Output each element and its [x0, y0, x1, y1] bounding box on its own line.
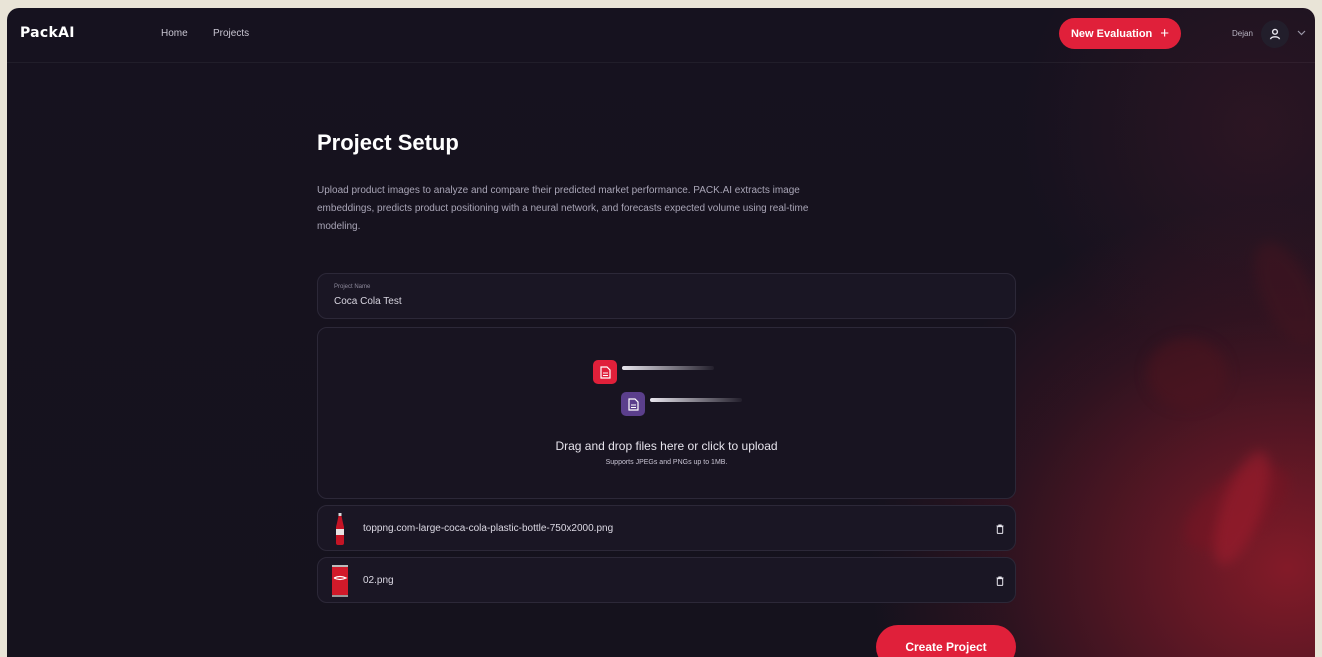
- upload-instructions: Drag and drop files here or click to upl…: [555, 439, 778, 453]
- file-upload-dropzone[interactable]: Drag and drop files here or click to upl…: [317, 327, 1016, 499]
- delete-file-button[interactable]: [993, 573, 1007, 589]
- chevron-down-icon[interactable]: [1295, 27, 1307, 39]
- project-name-field[interactable]: Project Name: [317, 273, 1016, 319]
- trash-icon: [996, 524, 1004, 534]
- user-name[interactable]: Dejan: [1232, 29, 1253, 38]
- nav-link-projects[interactable]: Projects: [213, 28, 249, 39]
- page-description: Upload product images to analyze and com…: [317, 185, 809, 232]
- placeholder-line: [622, 366, 714, 370]
- document-icon: [621, 392, 645, 416]
- decorative-blur: [1241, 232, 1315, 354]
- trash-icon: [996, 576, 1004, 586]
- file-name: 02.png: [363, 575, 394, 586]
- create-project-button[interactable]: Create Project: [876, 625, 1016, 657]
- placeholder-line: [650, 398, 742, 402]
- file-name: toppng.com-large-coca-cola-plastic-bottl…: [363, 523, 614, 534]
- delete-file-button[interactable]: [993, 521, 1007, 537]
- project-name-input[interactable]: [334, 296, 934, 307]
- app-logo[interactable]: PackAI: [20, 25, 75, 41]
- uploaded-file-row: 02.png: [317, 557, 1016, 603]
- user-icon: [1269, 28, 1281, 40]
- document-icon: [593, 360, 617, 384]
- app-window: PackAI Home Projects New Evaluation + De…: [7, 8, 1315, 657]
- coca-cola-can-thumbnail-icon: [330, 564, 350, 598]
- decorative-blur: [1147, 338, 1227, 408]
- coca-cola-bottle-thumbnail-icon: [330, 512, 350, 546]
- uploaded-file-row: toppng.com-large-coca-cola-plastic-bottl…: [317, 505, 1016, 551]
- project-name-label: Project Name: [334, 284, 371, 290]
- top-navigation-bar: PackAI Home Projects New Evaluation + De…: [7, 8, 1315, 63]
- new-evaluation-label: New Evaluation: [1070, 27, 1153, 40]
- new-evaluation-button[interactable]: New Evaluation +: [1059, 18, 1181, 49]
- page-title: Project Setup: [317, 130, 459, 155]
- user-avatar-button[interactable]: [1261, 20, 1289, 48]
- plus-icon: +: [1160, 25, 1170, 42]
- upload-file-requirements: Supports JPEGs and PNGs up to 1MB.: [605, 459, 728, 466]
- nav-link-home[interactable]: Home: [161, 28, 188, 39]
